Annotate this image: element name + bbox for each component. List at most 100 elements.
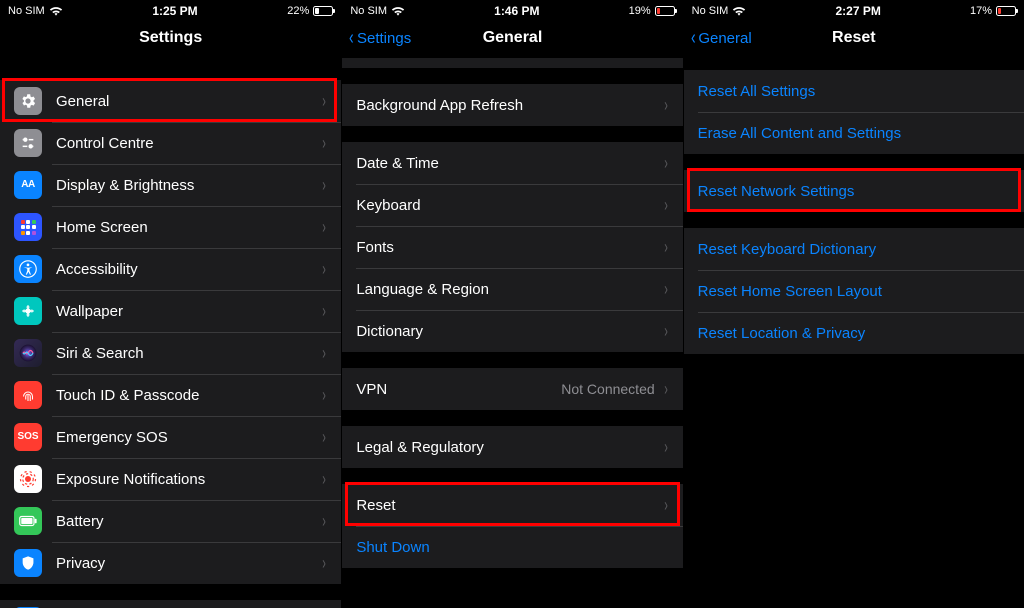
row-reset-location-privacy[interactable]: Reset Location & Privacy (684, 312, 1024, 354)
status-bar: No SIM 2:27 PM 17% (684, 0, 1024, 18)
row-vpn[interactable]: VPN Not Connected › (342, 368, 682, 410)
nav-bar: ‹ Settings General (342, 18, 682, 58)
back-label: General (698, 30, 751, 47)
page-title: Reset (832, 29, 876, 47)
row-label: Exposure Notifications (56, 471, 321, 488)
row-label: Control Centre (56, 135, 321, 152)
row-label: Reset (356, 497, 662, 514)
settings-group: Reset Keyboard Dictionary Reset Home Scr… (684, 228, 1024, 354)
battery-percent: 17% (970, 5, 992, 17)
settings-group: Reset › Shut Down (342, 484, 682, 568)
clock-label: 1:46 PM (494, 4, 539, 18)
row-label: Reset Network Settings (698, 183, 1010, 200)
back-label: Settings (357, 30, 411, 47)
chevron-right-icon: › (323, 259, 327, 280)
row-label: Erase All Content and Settings (698, 125, 1010, 142)
settings-group: VPN Not Connected › (342, 368, 682, 410)
back-button[interactable]: ‹ General (690, 18, 752, 58)
row-label: Display & Brightness (56, 177, 321, 194)
row-shut-down[interactable]: Shut Down (342, 526, 682, 568)
control-icon (14, 129, 42, 157)
row-background-app-refresh[interactable]: Background App Refresh › (342, 84, 682, 126)
row-reset-network-settings[interactable]: Reset Network Settings (684, 170, 1024, 212)
row-battery[interactable]: Battery › (0, 500, 341, 542)
row-legal-regulatory[interactable]: Legal & Regulatory › (342, 426, 682, 468)
settings-group: Reset Network Settings (684, 170, 1024, 212)
row-language-region[interactable]: Language & Region › (342, 268, 682, 310)
row-accessibility[interactable]: Accessibility › (0, 248, 341, 290)
row-label: Accessibility (56, 261, 321, 278)
row-exposure-notifications[interactable]: Exposure Notifications › (0, 458, 341, 500)
chevron-right-icon: › (664, 437, 668, 458)
row-touch-id-passcode[interactable]: Touch ID & Passcode › (0, 374, 341, 416)
row-reset-home-screen-layout[interactable]: Reset Home Screen Layout (684, 270, 1024, 312)
settings-group: Legal & Regulatory › (342, 426, 682, 468)
scroll-content[interactable]: General › Control Centre › AA Display & … (0, 58, 341, 608)
row-detail: Not Connected (561, 381, 654, 397)
chevron-right-icon: › (323, 91, 327, 112)
battery-icon (14, 507, 42, 535)
row-wallpaper[interactable]: Wallpaper › (0, 290, 341, 332)
row-label: Shut Down (356, 539, 668, 556)
back-button[interactable]: ‹ Settings (348, 18, 411, 58)
battery-icon (655, 6, 675, 16)
row-date-time[interactable]: Date & Time › (342, 142, 682, 184)
row-app-store[interactable]: App Store › (0, 600, 341, 608)
chevron-left-icon: ‹ (691, 28, 696, 48)
row-reset-all-settings[interactable]: Reset All Settings (684, 70, 1024, 112)
settings-group: General › Control Centre › AA Display & … (0, 80, 341, 584)
accessibility-icon (14, 255, 42, 283)
chevron-right-icon: › (664, 279, 668, 300)
row-fonts[interactable]: Fonts › (342, 226, 682, 268)
row-erase-all-content-and-settings[interactable]: Erase All Content and Settings (684, 112, 1024, 154)
row-label: Privacy (56, 555, 321, 572)
chevron-right-icon: › (323, 301, 327, 322)
battery-percent: 19% (629, 5, 651, 17)
chevron-right-icon: › (664, 195, 668, 216)
chevron-right-icon: › (323, 343, 327, 364)
row-general[interactable]: General › (0, 80, 341, 122)
row-label: Reset Keyboard Dictionary (698, 241, 1010, 258)
panel-general: No SIM 1:46 PM 19% ‹ Settings General Ba (341, 0, 682, 608)
row-reset-keyboard-dictionary[interactable]: Reset Keyboard Dictionary (684, 228, 1024, 270)
chevron-right-icon: › (323, 385, 327, 406)
row-label: Home Screen (56, 219, 321, 236)
row-reset[interactable]: Reset › (342, 484, 682, 526)
wifi-icon (391, 6, 405, 16)
status-bar: No SIM 1:46 PM 19% (342, 0, 682, 18)
row-label: Keyboard (356, 197, 662, 214)
sos-icon: SOS (14, 423, 42, 451)
scroll-content[interactable]: Background App Refresh › Date & Time › K… (342, 58, 682, 608)
row-label: Date & Time (356, 155, 662, 172)
row-label: Background App Refresh (356, 97, 662, 114)
touchid-icon (14, 381, 42, 409)
nav-bar: ‹ General Reset (684, 18, 1024, 58)
battery-icon (313, 6, 333, 16)
row-label: Touch ID & Passcode (56, 387, 321, 404)
row-label: VPN (356, 381, 561, 398)
row-privacy[interactable]: Privacy › (0, 542, 341, 584)
status-bar: No SIM 1:25 PM 22% (0, 0, 341, 18)
row-emergency-sos[interactable]: SOS Emergency SOS › (0, 416, 341, 458)
row-partial-top (342, 58, 682, 68)
page-title: Settings (139, 29, 202, 47)
chevron-right-icon: › (664, 237, 668, 258)
battery-percent: 22% (287, 5, 309, 17)
row-siri-search[interactable]: Siri & Search › (0, 332, 341, 374)
page-title: General (483, 29, 543, 47)
row-display-brightness[interactable]: AA Display & Brightness › (0, 164, 341, 206)
chevron-right-icon: › (323, 469, 327, 490)
chevron-right-icon: › (323, 427, 327, 448)
chevron-left-icon: ‹ (349, 28, 354, 48)
gear-icon (14, 87, 42, 115)
row-control-centre[interactable]: Control Centre › (0, 122, 341, 164)
row-dictionary[interactable]: Dictionary › (342, 310, 682, 352)
panel-settings: No SIM 1:25 PM 22% Settings General › (0, 0, 341, 608)
row-label: Reset Location & Privacy (698, 325, 1010, 342)
chevron-right-icon: › (664, 153, 668, 174)
chevron-right-icon: › (323, 217, 327, 238)
chevron-right-icon: › (664, 379, 668, 400)
row-home-screen[interactable]: Home Screen › (0, 206, 341, 248)
row-keyboard[interactable]: Keyboard › (342, 184, 682, 226)
scroll-content[interactable]: Reset All Settings Erase All Content and… (684, 58, 1024, 608)
